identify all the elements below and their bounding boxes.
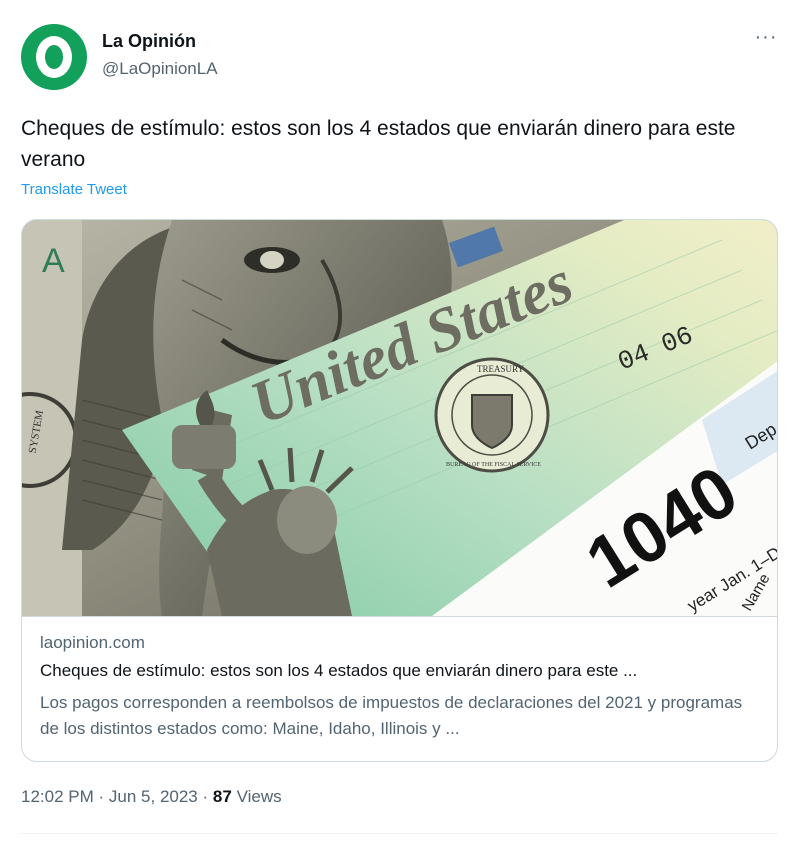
tweet-date[interactable]: Jun 5, 2023 bbox=[109, 787, 198, 806]
tweet-text: Cheques de estímulo: estos son los 4 est… bbox=[21, 117, 736, 171]
views-label: Views bbox=[236, 787, 282, 806]
svg-text:TREASURY: TREASURY bbox=[477, 364, 525, 374]
svg-text:BUREAU OF THE FISCAL SERVICE: BUREAU OF THE FISCAL SERVICE bbox=[446, 462, 541, 468]
card-domain: laopinion.com bbox=[40, 633, 145, 652]
views-count: 87 bbox=[212, 787, 232, 806]
more-options-icon[interactable]: ··· bbox=[752, 26, 780, 54]
user-handle[interactable]: @LaOpinionLA bbox=[102, 59, 218, 79]
la-opinion-logo-icon bbox=[36, 36, 72, 78]
treasury-seal: TREASURY BUREAU OF THE FISCAL SERVICE bbox=[434, 357, 550, 473]
link-card[interactable]: A SYSTEM United States 04 06 TREASURY BU… bbox=[21, 219, 778, 762]
tweet-time[interactable]: 12:02 PM bbox=[21, 787, 94, 806]
card-body[interactable]: laopinion.com Cheques de estímulo: estos… bbox=[22, 616, 777, 761]
display-name[interactable]: La Opinión bbox=[102, 31, 196, 52]
card-image[interactable]: A SYSTEM United States 04 06 TREASURY BU… bbox=[22, 220, 777, 616]
meta-separator: · bbox=[202, 787, 209, 806]
card-title[interactable]: Cheques de estímulo: estos son los 4 est… bbox=[40, 661, 762, 681]
bill-letter: A bbox=[42, 242, 65, 280]
card-description: Los pagos corresponden a reembolsos de i… bbox=[40, 693, 743, 738]
translate-tweet-link[interactable]: Translate Tweet bbox=[21, 181, 127, 198]
meta-separator: · bbox=[98, 787, 105, 806]
avatar[interactable] bbox=[21, 24, 87, 90]
tweet-meta: 12:02 PM · Jun 5, 2023 · 87 Views bbox=[21, 787, 282, 807]
divider bbox=[21, 833, 778, 834]
